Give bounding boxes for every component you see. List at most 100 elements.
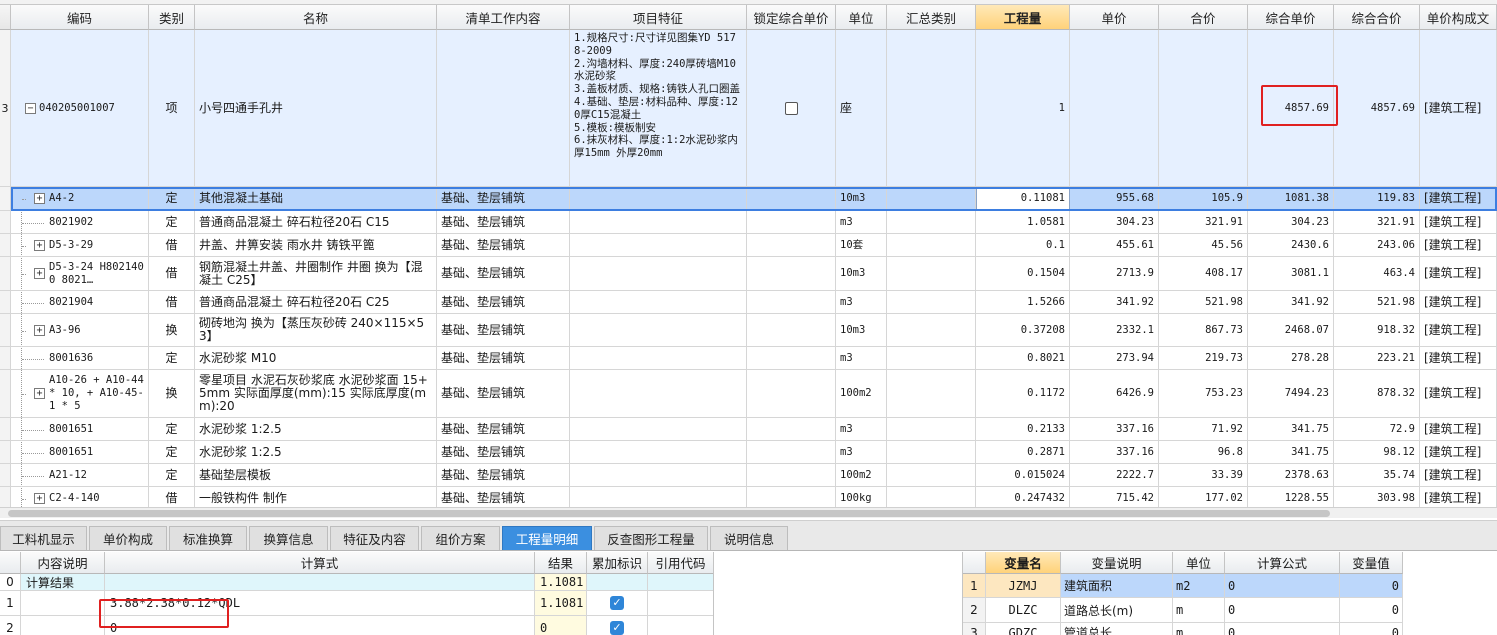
quantity-cell[interactable]: 0.015024	[976, 464, 1070, 486]
category-cell[interactable]: 定	[149, 418, 195, 440]
quantity-cell[interactable]: 0.8021	[976, 347, 1070, 369]
scrollbar-thumb[interactable]	[8, 510, 1330, 517]
features-cell[interactable]	[570, 464, 747, 486]
category-cell[interactable]: 定	[149, 441, 195, 463]
price-composition-cell[interactable]: [建筑工程]	[1420, 418, 1497, 440]
quantity-cell[interactable]: 1.0581	[976, 211, 1070, 233]
quantity-detail-row[interactable]: 1 3.88*2.38*0.12*QDL 1.1081 ✓	[0, 591, 713, 616]
summary-cell[interactable]	[887, 487, 976, 507]
unit-cell[interactable]: 10m3	[836, 314, 887, 346]
unit-cell[interactable]: 座	[836, 30, 887, 186]
unit-price-cell[interactable]: 2222.7	[1070, 464, 1159, 486]
lock-price-cell[interactable]	[747, 257, 836, 290]
comp-unit-price-cell[interactable]: 341.75	[1248, 418, 1334, 440]
features-cell[interactable]	[570, 234, 747, 256]
formula-cell[interactable]: 0	[105, 616, 535, 635]
unit-cell[interactable]: 10m3	[836, 187, 887, 210]
content-cell[interactable]: 基础、垫层铺筑	[437, 487, 570, 507]
summary-cell[interactable]	[887, 211, 976, 233]
code-cell[interactable]: + C2-4-140	[11, 487, 149, 507]
features-cell[interactable]	[570, 211, 747, 233]
lock-price-cell[interactable]	[747, 30, 836, 186]
unit-cell[interactable]: m3	[836, 347, 887, 369]
var-name-cell[interactable]: GDZC	[986, 623, 1061, 635]
comp-total-cell[interactable]: 72.9	[1334, 418, 1420, 440]
unit-price-cell[interactable]: 2713.9	[1070, 257, 1159, 290]
content-cell[interactable]: 基础、垫层铺筑	[437, 441, 570, 463]
var-name-cell[interactable]: JZMJ	[986, 574, 1061, 597]
total-price-cell[interactable]: 321.91	[1159, 211, 1248, 233]
expand-icon[interactable]: +	[34, 268, 45, 279]
unit-cell[interactable]: 100m2	[836, 370, 887, 417]
features-cell[interactable]	[570, 347, 747, 369]
quantity-cell[interactable]: 0.2871	[976, 441, 1070, 463]
collapse-icon[interactable]: −	[25, 103, 36, 114]
expand-icon[interactable]: +	[34, 325, 45, 336]
quantity-cell[interactable]: 0.1504	[976, 257, 1070, 290]
header-formula[interactable]: 计算式	[105, 552, 535, 574]
unit-price-cell[interactable]: 455.61	[1070, 234, 1159, 256]
content-cell[interactable]: 基础、垫层铺筑	[437, 370, 570, 417]
summary-cell[interactable]	[887, 314, 976, 346]
comp-total-cell[interactable]: 98.12	[1334, 441, 1420, 463]
price-composition-cell[interactable]: [建筑工程]	[1420, 370, 1497, 417]
header-work-content[interactable]: 清单工作内容	[437, 5, 570, 30]
summary-cell[interactable]	[887, 370, 976, 417]
lock-price-cell[interactable]	[747, 234, 836, 256]
features-cell[interactable]	[570, 441, 747, 463]
name-cell[interactable]: 基础垫层模板	[195, 464, 437, 486]
quota-row[interactable]: A21-12 定基础垫层模板 基础、垫层铺筑 100m2 0.015024 2222.7 3…	[0, 464, 1497, 487]
comp-unit-price-cell[interactable]: 2468.07	[1248, 314, 1334, 346]
category-cell[interactable]: 定	[149, 464, 195, 486]
code-cell[interactable]: + D5-3-24 H8021400 8021…	[11, 257, 149, 290]
unit-cell[interactable]: 10套	[836, 234, 887, 256]
quota-row[interactable]: + D5-3-24 H8021400 8021… 借钢筋混凝土井盖、井圈制作 井圈 …	[0, 257, 1497, 291]
lock-price-cell[interactable]	[747, 291, 836, 313]
price-composition-cell[interactable]: [建筑工程]	[1420, 257, 1497, 290]
category-cell[interactable]: 借	[149, 257, 195, 290]
quota-row[interactable]: 8021902 定普通商品混凝土 碎石粒径20石 C15 基础、垫层铺筑 m3 1.05…	[0, 211, 1497, 234]
var-desc-cell[interactable]: 道路总长(m)	[1061, 598, 1173, 622]
code-cell[interactable]: + D5-3-29	[11, 234, 149, 256]
quota-row[interactable]: + D5-3-29 借井盖、井箅安装 雨水井 铸铁平篦 基础、垫层铺筑 10套 0.1 45…	[0, 234, 1497, 257]
comp-unit-price-cell[interactable]: 2430.6	[1248, 234, 1334, 256]
header-unit[interactable]: 单位	[836, 5, 887, 30]
code-cell[interactable]: + A3-96	[11, 314, 149, 346]
header-comp-total-price[interactable]: 综合合价	[1334, 5, 1420, 30]
variable-row[interactable]: 3 GDZC 管道总长 m 0 0	[963, 623, 1403, 635]
unit-cell[interactable]: m2	[1173, 574, 1225, 597]
desc-cell[interactable]	[21, 591, 105, 615]
header-desc[interactable]: 内容说明	[21, 552, 105, 574]
unit-price-cell[interactable]: 955.68	[1070, 187, 1159, 210]
price-composition-cell[interactable]: [建筑工程]	[1420, 441, 1497, 463]
header-features[interactable]: 项目特征	[570, 5, 747, 30]
category-cell[interactable]: 定	[149, 347, 195, 369]
price-composition-cell[interactable]: [建筑工程]	[1420, 187, 1497, 210]
unit-price-cell[interactable]: 304.23	[1070, 211, 1159, 233]
total-price-cell[interactable]: 33.39	[1159, 464, 1248, 486]
comp-total-cell[interactable]: 918.32	[1334, 314, 1420, 346]
content-cell[interactable]: 基础、垫层铺筑	[437, 291, 570, 313]
header-total-price[interactable]: 合价	[1159, 5, 1248, 30]
name-cell[interactable]: 其他混凝土基础	[195, 187, 437, 210]
comp-total-cell[interactable]: 119.83	[1334, 187, 1420, 210]
quota-row[interactable]: 8001651 定水泥砂浆 1:2.5 基础、垫层铺筑 m3 0.2871 337.16 9…	[0, 441, 1497, 464]
summary-cell[interactable]	[887, 464, 976, 486]
comp-total-cell[interactable]: 4857.69	[1334, 30, 1420, 186]
total-price-cell[interactable]: 177.02	[1159, 487, 1248, 507]
code-cell[interactable]: 8001651	[11, 418, 149, 440]
header-value[interactable]: 变量值	[1340, 552, 1403, 574]
header-var-name[interactable]: 变量名	[986, 552, 1061, 574]
tab-8[interactable]: 说明信息	[710, 526, 788, 550]
comp-total-cell[interactable]: 463.4	[1334, 257, 1420, 290]
result-cell[interactable]: 1.1081	[535, 591, 587, 615]
code-cell[interactable]: + A4-2	[11, 187, 149, 210]
code-cell[interactable]: −040205001007	[11, 30, 149, 186]
name-cell[interactable]: 小号四通手孔井	[195, 30, 437, 186]
unit-cell[interactable]: m	[1173, 623, 1225, 635]
quantity-cell[interactable]: 0.1172	[976, 370, 1070, 417]
quantity-cell[interactable]: 0.2133	[976, 418, 1070, 440]
quota-row[interactable]: 8021904 借普通商品混凝土 碎石粒径20石 C25 基础、垫层铺筑 m3 1.52…	[0, 291, 1497, 314]
lock-price-cell[interactable]	[747, 370, 836, 417]
ref-code-cell[interactable]	[648, 591, 713, 615]
